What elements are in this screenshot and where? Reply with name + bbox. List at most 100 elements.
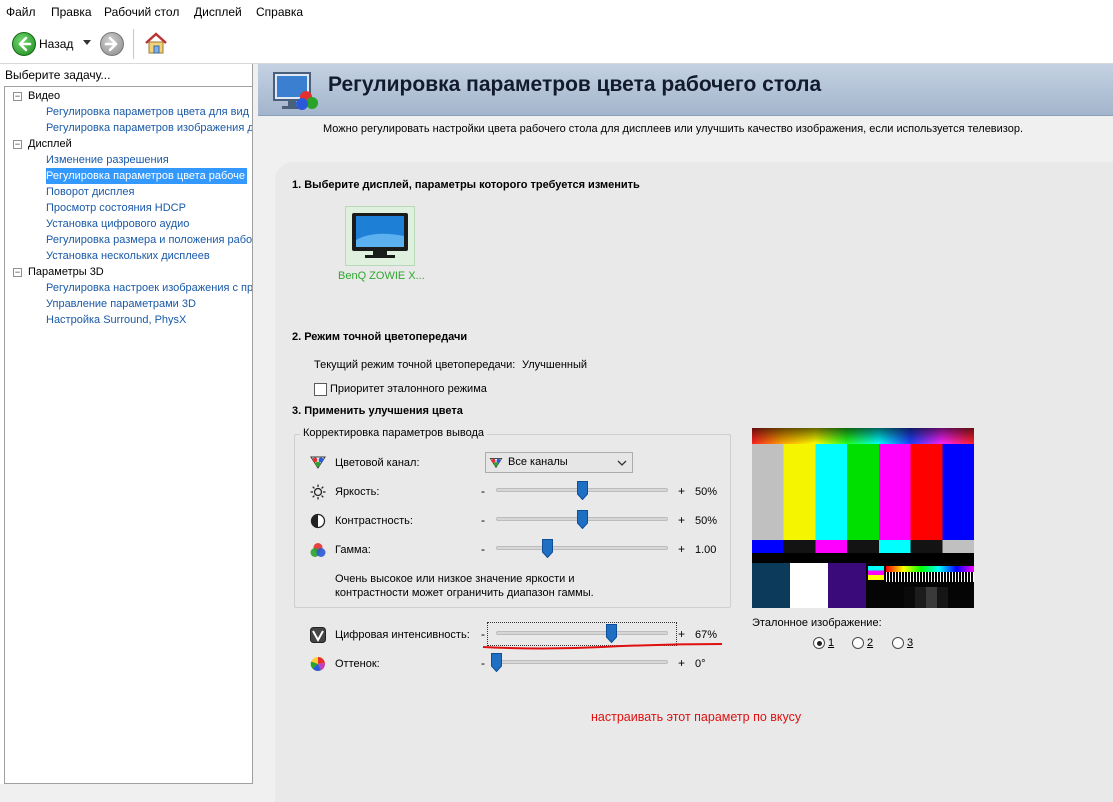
task-label: Выберите задачу... xyxy=(5,68,111,82)
digital-vibrance-icon xyxy=(310,627,326,643)
hue-slider-thumb[interactable] xyxy=(490,653,502,672)
menu-file[interactable]: Файл xyxy=(6,5,36,19)
gamma-track[interactable] xyxy=(496,546,668,550)
hue-minus[interactable]: - xyxy=(481,656,485,670)
reference-image-radio-1[interactable] xyxy=(813,637,825,649)
tree-item-multiple-displays[interactable]: Установка нескольких дисплеев xyxy=(46,248,210,264)
color-channel-select[interactable]: Все каналы xyxy=(485,452,633,473)
display-name[interactable]: BenQ ZOWIE X... xyxy=(338,270,425,282)
tree-item-desktop-color[interactable]: Регулировка параметров цвета рабоче xyxy=(46,168,248,184)
chevron-down-icon xyxy=(617,460,627,466)
menu-edit[interactable]: Правка xyxy=(51,5,92,19)
gamma-icon xyxy=(310,543,326,557)
menu-display[interactable]: Дисплей xyxy=(194,5,242,19)
collapse-video-icon[interactable]: − xyxy=(13,92,22,101)
collapse-display-icon[interactable]: − xyxy=(13,140,22,149)
display-tile[interactable] xyxy=(345,206,415,266)
menu-help[interactable]: Справка xyxy=(256,5,303,19)
color-channel-value: Все каналы xyxy=(508,456,568,468)
gamma-label: Гамма: xyxy=(335,544,371,556)
digital-vibrance-plus[interactable]: + xyxy=(678,627,685,641)
home-icon[interactable] xyxy=(143,30,169,56)
task-tree: − Видео Регулировка параметров цвета для… xyxy=(4,86,252,784)
reference-image-label: Эталонное изображение: xyxy=(752,617,882,629)
tree-item-video-color[interactable]: Регулировка параметров цвета для вид xyxy=(46,104,249,120)
reference-image-radio-2[interactable] xyxy=(852,637,864,649)
contrast-label: Контрастность: xyxy=(335,515,413,527)
brightness-icon xyxy=(310,484,326,500)
tree-item-image-settings[interactable]: Регулировка настроек изображения с пр xyxy=(46,280,252,296)
monitor-icon xyxy=(352,213,408,258)
section-color-accuracy-heading: 2. Режим точной цветопередачи xyxy=(292,331,468,343)
contrast-icon xyxy=(310,513,326,529)
tree-item-video-image[interactable]: Регулировка параметров изображения д xyxy=(46,120,252,136)
pattern-spectrum-fade xyxy=(752,428,974,444)
radio-selected-dot xyxy=(816,640,822,646)
annotation-note: настраивать этот параметр по вкусу xyxy=(591,710,802,724)
pattern-color-ramp xyxy=(886,566,974,572)
back-button[interactable]: Назад xyxy=(8,30,93,58)
reference-priority-checkbox[interactable] xyxy=(314,383,327,396)
forward-arrow-icon[interactable] xyxy=(100,32,124,56)
all-channels-icon xyxy=(489,458,503,469)
tree-item-surround[interactable]: Настройка Surround, PhysX xyxy=(46,312,186,328)
reference-test-pattern xyxy=(752,428,974,608)
tree-item-hdcp[interactable]: Просмотр состояния HDCP xyxy=(46,200,186,216)
tree-category-video[interactable]: Видео xyxy=(28,88,60,104)
back-label: Назад xyxy=(39,37,74,51)
section-select-display-heading: 1. Выберите дисплей, параметры которого … xyxy=(292,179,640,191)
gamma-plus[interactable]: + xyxy=(678,542,685,556)
current-mode-label: Текущий режим точной цветопередачи: xyxy=(314,359,516,371)
digital-vibrance-value: 67% xyxy=(695,629,718,641)
page-title: Регулировка параметров цвета рабочего ст… xyxy=(328,73,822,96)
tree-item-size-position[interactable]: Регулировка размера и положения рабо xyxy=(46,232,252,248)
task-sidebar: Выберите задачу... − Видео Регулировка п… xyxy=(0,64,253,784)
gamma-note-line-2: контрастности может ограничить диапазон … xyxy=(335,587,594,599)
reference-image-radio-3[interactable] xyxy=(892,637,904,649)
collapse-3d-icon[interactable]: − xyxy=(13,268,22,277)
back-arrow-icon xyxy=(12,32,36,56)
brightness-plus[interactable]: + xyxy=(678,484,685,498)
color-channel-label: Цветовой канал: xyxy=(335,457,420,469)
digital-vibrance-track[interactable] xyxy=(496,631,668,635)
reference-image-option-3: 3 xyxy=(907,637,914,649)
section-apply-enhancements-heading: 3. Применить улучшения цвета xyxy=(292,405,463,417)
red-underline-annotation xyxy=(482,643,723,650)
pattern-purple-block xyxy=(828,563,866,608)
hue-plus[interactable]: + xyxy=(678,656,685,670)
current-mode-value: Улучшенный xyxy=(522,359,588,371)
brightness-minus[interactable]: - xyxy=(481,484,485,498)
tree-item-3d-settings[interactable]: Управление параметрами 3D xyxy=(46,296,196,312)
tree-category-3d[interactable]: Параметры 3D xyxy=(28,264,104,280)
gamma-slider-thumb[interactable] xyxy=(542,539,554,558)
hue-track[interactable] xyxy=(496,660,668,664)
pattern-small-swatch xyxy=(868,566,884,580)
page-description: Можно регулировать настройки цвета рабоч… xyxy=(323,123,1024,135)
brightness-slider-thumb[interactable] xyxy=(576,481,588,500)
tree-item-resolution[interactable]: Изменение разрешения xyxy=(46,152,169,168)
contrast-slider-thumb[interactable] xyxy=(576,510,588,529)
gamma-note-line-1: Очень высокое или низкое значение яркост… xyxy=(335,573,575,585)
display-color-icon xyxy=(273,72,318,110)
contrast-minus[interactable]: - xyxy=(481,513,485,527)
menu-bar: Файл Правка Рабочий стол Дисплей Справка xyxy=(0,0,1113,24)
tree-category-display[interactable]: Дисплей xyxy=(28,136,72,152)
reference-image-option-2: 2 xyxy=(867,637,874,649)
pattern-grey-steps xyxy=(904,587,948,608)
menu-desktop[interactable]: Рабочий стол xyxy=(104,5,179,19)
tree-item-rotate[interactable]: Поворот дисплея xyxy=(46,184,134,200)
toolbar: Назад xyxy=(0,24,1113,64)
tree-item-audio[interactable]: Установка цифрового аудио xyxy=(46,216,189,232)
pattern-bars xyxy=(752,444,974,540)
contrast-plus[interactable]: + xyxy=(678,513,685,527)
brightness-label: Яркость: xyxy=(335,486,380,498)
contrast-value: 50% xyxy=(695,515,718,527)
back-history-dropdown[interactable] xyxy=(83,40,91,45)
digital-vibrance-minus[interactable]: - xyxy=(481,627,485,641)
reference-priority-label: Приоритет эталонного режима xyxy=(330,383,487,395)
page-header: Регулировка параметров цвета рабочего ст… xyxy=(258,64,1113,116)
hue-label: Оттенок: xyxy=(335,658,380,670)
gamma-minus[interactable]: - xyxy=(481,542,485,556)
pattern-navy-block xyxy=(752,563,790,608)
hue-icon xyxy=(310,657,325,672)
